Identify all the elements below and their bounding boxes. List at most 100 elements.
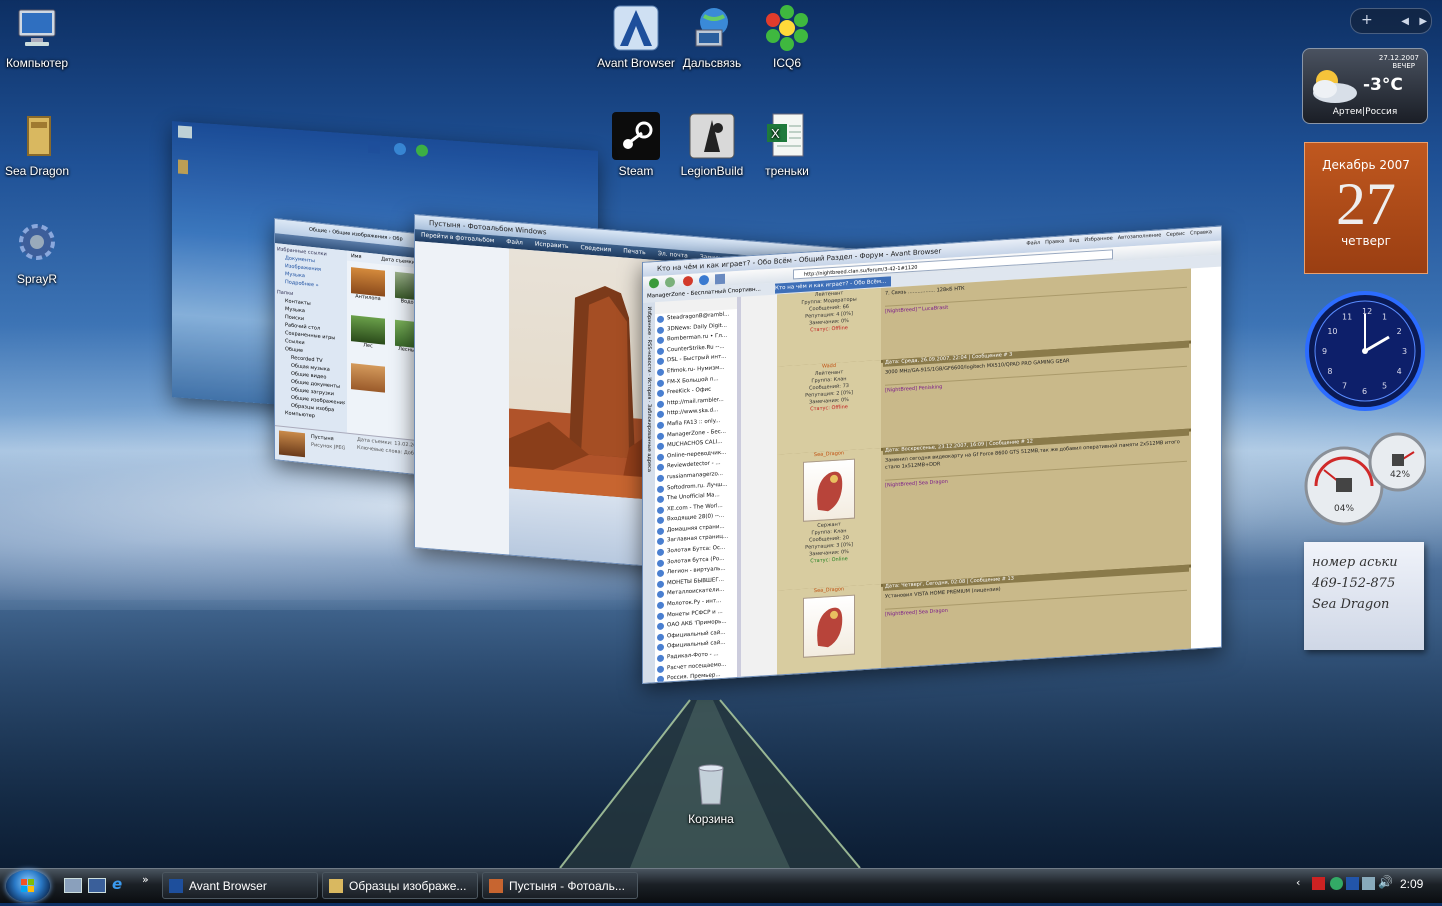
- thumbnail-item[interactable]: Антилопа: [351, 267, 385, 303]
- forum-post-userinfo: Wadd Лейтенант Группа: Клан Сообщений: 73 Ре…: [777, 359, 881, 455]
- photo-toolbar-item[interactable]: Эл. почта: [658, 250, 688, 259]
- clock-hour-number: 10: [1327, 327, 1337, 336]
- photo-left-margin: [415, 241, 509, 555]
- weather-location: Артем|Россия: [1332, 107, 1398, 117]
- tray-expand-icon[interactable]: ‹: [1296, 876, 1300, 889]
- window-avant-browser[interactable]: Кто на чём и как играет? - Обо Всём - Об…: [642, 225, 1222, 684]
- stop-icon[interactable]: [683, 275, 693, 287]
- show-desktop-icon[interactable]: [64, 878, 82, 893]
- preview-avant-icon: [368, 140, 380, 154]
- back-icon[interactable]: [649, 277, 659, 289]
- clock-gadget[interactable]: 12 1 2 3 4 5 6 7 8 9 10 11: [1304, 290, 1426, 412]
- side-tab-rss[interactable]: RSS-новости: [646, 340, 652, 373]
- weather-gadget[interactable]: 27.12.2007 ВЕЧЕР -3°C Артем|Россия: [1302, 48, 1428, 124]
- note-line: номер аськи: [1312, 555, 1398, 570]
- photo-toolbar-item[interactable]: Файл: [506, 238, 523, 246]
- tray-network-icon[interactable]: [1362, 877, 1375, 890]
- browser-right-gutter: [1191, 266, 1221, 649]
- taskbar-button-explorer[interactable]: Образцы изображе...: [322, 872, 478, 899]
- taskbar-clock[interactable]: 2:09: [1400, 877, 1423, 891]
- forum-page[interactable]: Лейтенант Группа: Модераторы Сообщений: 66…: [777, 268, 1191, 675]
- favorites-list[interactable]: SteadragonB@rambl... 3DNews: Daily Digit.…: [655, 308, 738, 683]
- note-line: 469-152-875: [1312, 576, 1396, 591]
- calendar-gadget[interactable]: Декабрь 2007 27 четверг: [1304, 142, 1428, 274]
- weather-period: ВЕЧЕР: [1392, 62, 1415, 70]
- clock-hour-number: 2: [1397, 327, 1402, 336]
- browser-menu-item[interactable]: Вид: [1069, 237, 1079, 244]
- photo-toolbar-item[interactable]: Исправить: [535, 241, 569, 251]
- quicklaunch-overflow-icon[interactable]: »: [142, 873, 149, 886]
- desktop-icon-dalsvyaz[interactable]: Дальсвязь: [669, 4, 755, 71]
- thumbnail-image: [351, 267, 385, 297]
- taskbar-button-photo-gallery[interactable]: Пустыня - Фотоаль...: [482, 872, 638, 899]
- weather-temp: -3°C: [1363, 75, 1403, 95]
- desktop-icon-label: SprayR: [16, 272, 57, 286]
- desktop-icon-computer[interactable]: Компьютер: [0, 4, 80, 71]
- preview-icq-icon: [416, 144, 428, 158]
- desktop-icon-label: Steam: [618, 164, 654, 178]
- sidebar-control[interactable]: + ◀ ▶: [1350, 8, 1432, 34]
- photo-toolbar-item[interactable]: Сведения: [581, 244, 612, 253]
- side-tab-history[interactable]: История: [646, 377, 652, 399]
- refresh-icon[interactable]: [699, 274, 709, 286]
- weather-date: 27.12.2007: [1378, 54, 1419, 62]
- legionbuild-icon: [688, 112, 736, 160]
- folder-icon: [329, 879, 343, 893]
- clock-face: 121234567891011: [1305, 291, 1425, 411]
- calendar-month: Декабрь 2007: [1322, 158, 1410, 172]
- tray-volume-icon[interactable]: 🔊: [1378, 875, 1393, 889]
- avatar: [803, 458, 855, 522]
- avatar: [803, 594, 855, 658]
- side-tab-blocked[interactable]: Заблокированные адреса: [646, 404, 652, 472]
- preview-globe-icon: [394, 142, 406, 156]
- home-icon[interactable]: [715, 273, 725, 285]
- next-gadget-icon[interactable]: ▶: [1413, 16, 1427, 27]
- favorites-scrollbar[interactable]: [737, 296, 741, 678]
- forum-post-userinfo: Sea_Dragon Сержант Группа: Клан Сообщений: …: [777, 447, 881, 591]
- desktop-icon-sprayr[interactable]: SprayR: [0, 220, 80, 287]
- browser-menu-item[interactable]: Правка: [1045, 238, 1064, 245]
- clock-hour-number: 3: [1402, 347, 1407, 356]
- preview-folder-icon: [178, 159, 188, 175]
- internet-explorer-icon[interactable]: e: [112, 876, 128, 892]
- notes-gadget[interactable]: номер аськи 469-152-875 Sea Dragon: [1304, 542, 1424, 650]
- prev-gadget-icon[interactable]: ◀: [1377, 16, 1409, 27]
- clock-hour-number: 7: [1342, 382, 1347, 391]
- desktop-icon-icq6[interactable]: ICQ6: [744, 4, 830, 71]
- browser-menu-item[interactable]: Сервис: [1166, 231, 1185, 238]
- browser-menu-item[interactable]: Файл: [1026, 240, 1040, 247]
- forward-icon[interactable]: [665, 276, 675, 288]
- windows-logo-icon: [21, 879, 34, 892]
- note-line: Sea Dragon: [1312, 597, 1390, 612]
- tray-kaspersky-icon[interactable]: [1312, 877, 1325, 890]
- meter-gadget[interactable]: 04% 42%: [1302, 430, 1428, 526]
- column-date[interactable]: Дата съемки: [363, 254, 415, 266]
- desktop-icon-legionbuild[interactable]: LegionBuild: [669, 112, 755, 179]
- avant-browser-icon: [612, 4, 660, 52]
- thumbnail-image[interactable]: [351, 363, 385, 393]
- desktop-icon-sea-dragon[interactable]: Sea Dragon: [0, 112, 80, 179]
- tray-security-icon[interactable]: [1346, 877, 1359, 890]
- start-button[interactable]: [6, 870, 50, 902]
- desktop-icon-recycle-bin[interactable]: Корзина: [668, 760, 754, 827]
- taskbar-button-label: Образцы изображе...: [349, 879, 467, 893]
- forum-post-userinfo: Sea_Dragon: [777, 583, 881, 675]
- tray-icq-icon[interactable]: [1330, 877, 1343, 890]
- folder-tree[interactable]: Контакты Музыка Поиски Рабочий стол Сохранен…: [277, 296, 345, 423]
- forum-post-body: Дата: Четверг, Сегодня, 02:08 | Сообщени…: [883, 564, 1189, 668]
- add-gadget-icon[interactable]: +: [1351, 12, 1373, 28]
- taskbar-button-avant-browser[interactable]: Avant Browser: [162, 872, 318, 899]
- forum-post-userinfo: Лейтенант Группа: Модераторы Сообщений: 66…: [777, 287, 881, 367]
- switch-windows-icon[interactable]: [88, 878, 106, 893]
- column-name[interactable]: Имя: [347, 253, 362, 260]
- thumbnail-item[interactable]: Лес: [351, 315, 385, 351]
- browser-side-tabs[interactable]: Избранное · RSS-новости · История · Забл…: [643, 302, 655, 683]
- desktop-icon-trenki[interactable]: X треньки: [744, 112, 830, 179]
- excel-file-icon: X: [763, 112, 811, 160]
- desktop-icon-steam[interactable]: Steam: [593, 112, 679, 179]
- desktop-icon-label: Avant Browser: [597, 56, 675, 70]
- desktop-icon-avant-browser[interactable]: Avant Browser: [593, 4, 679, 71]
- network-globe-icon: [688, 4, 736, 52]
- side-tab-favorites[interactable]: Избранное: [646, 306, 652, 335]
- photo-toolbar-item[interactable]: Печать: [623, 247, 645, 256]
